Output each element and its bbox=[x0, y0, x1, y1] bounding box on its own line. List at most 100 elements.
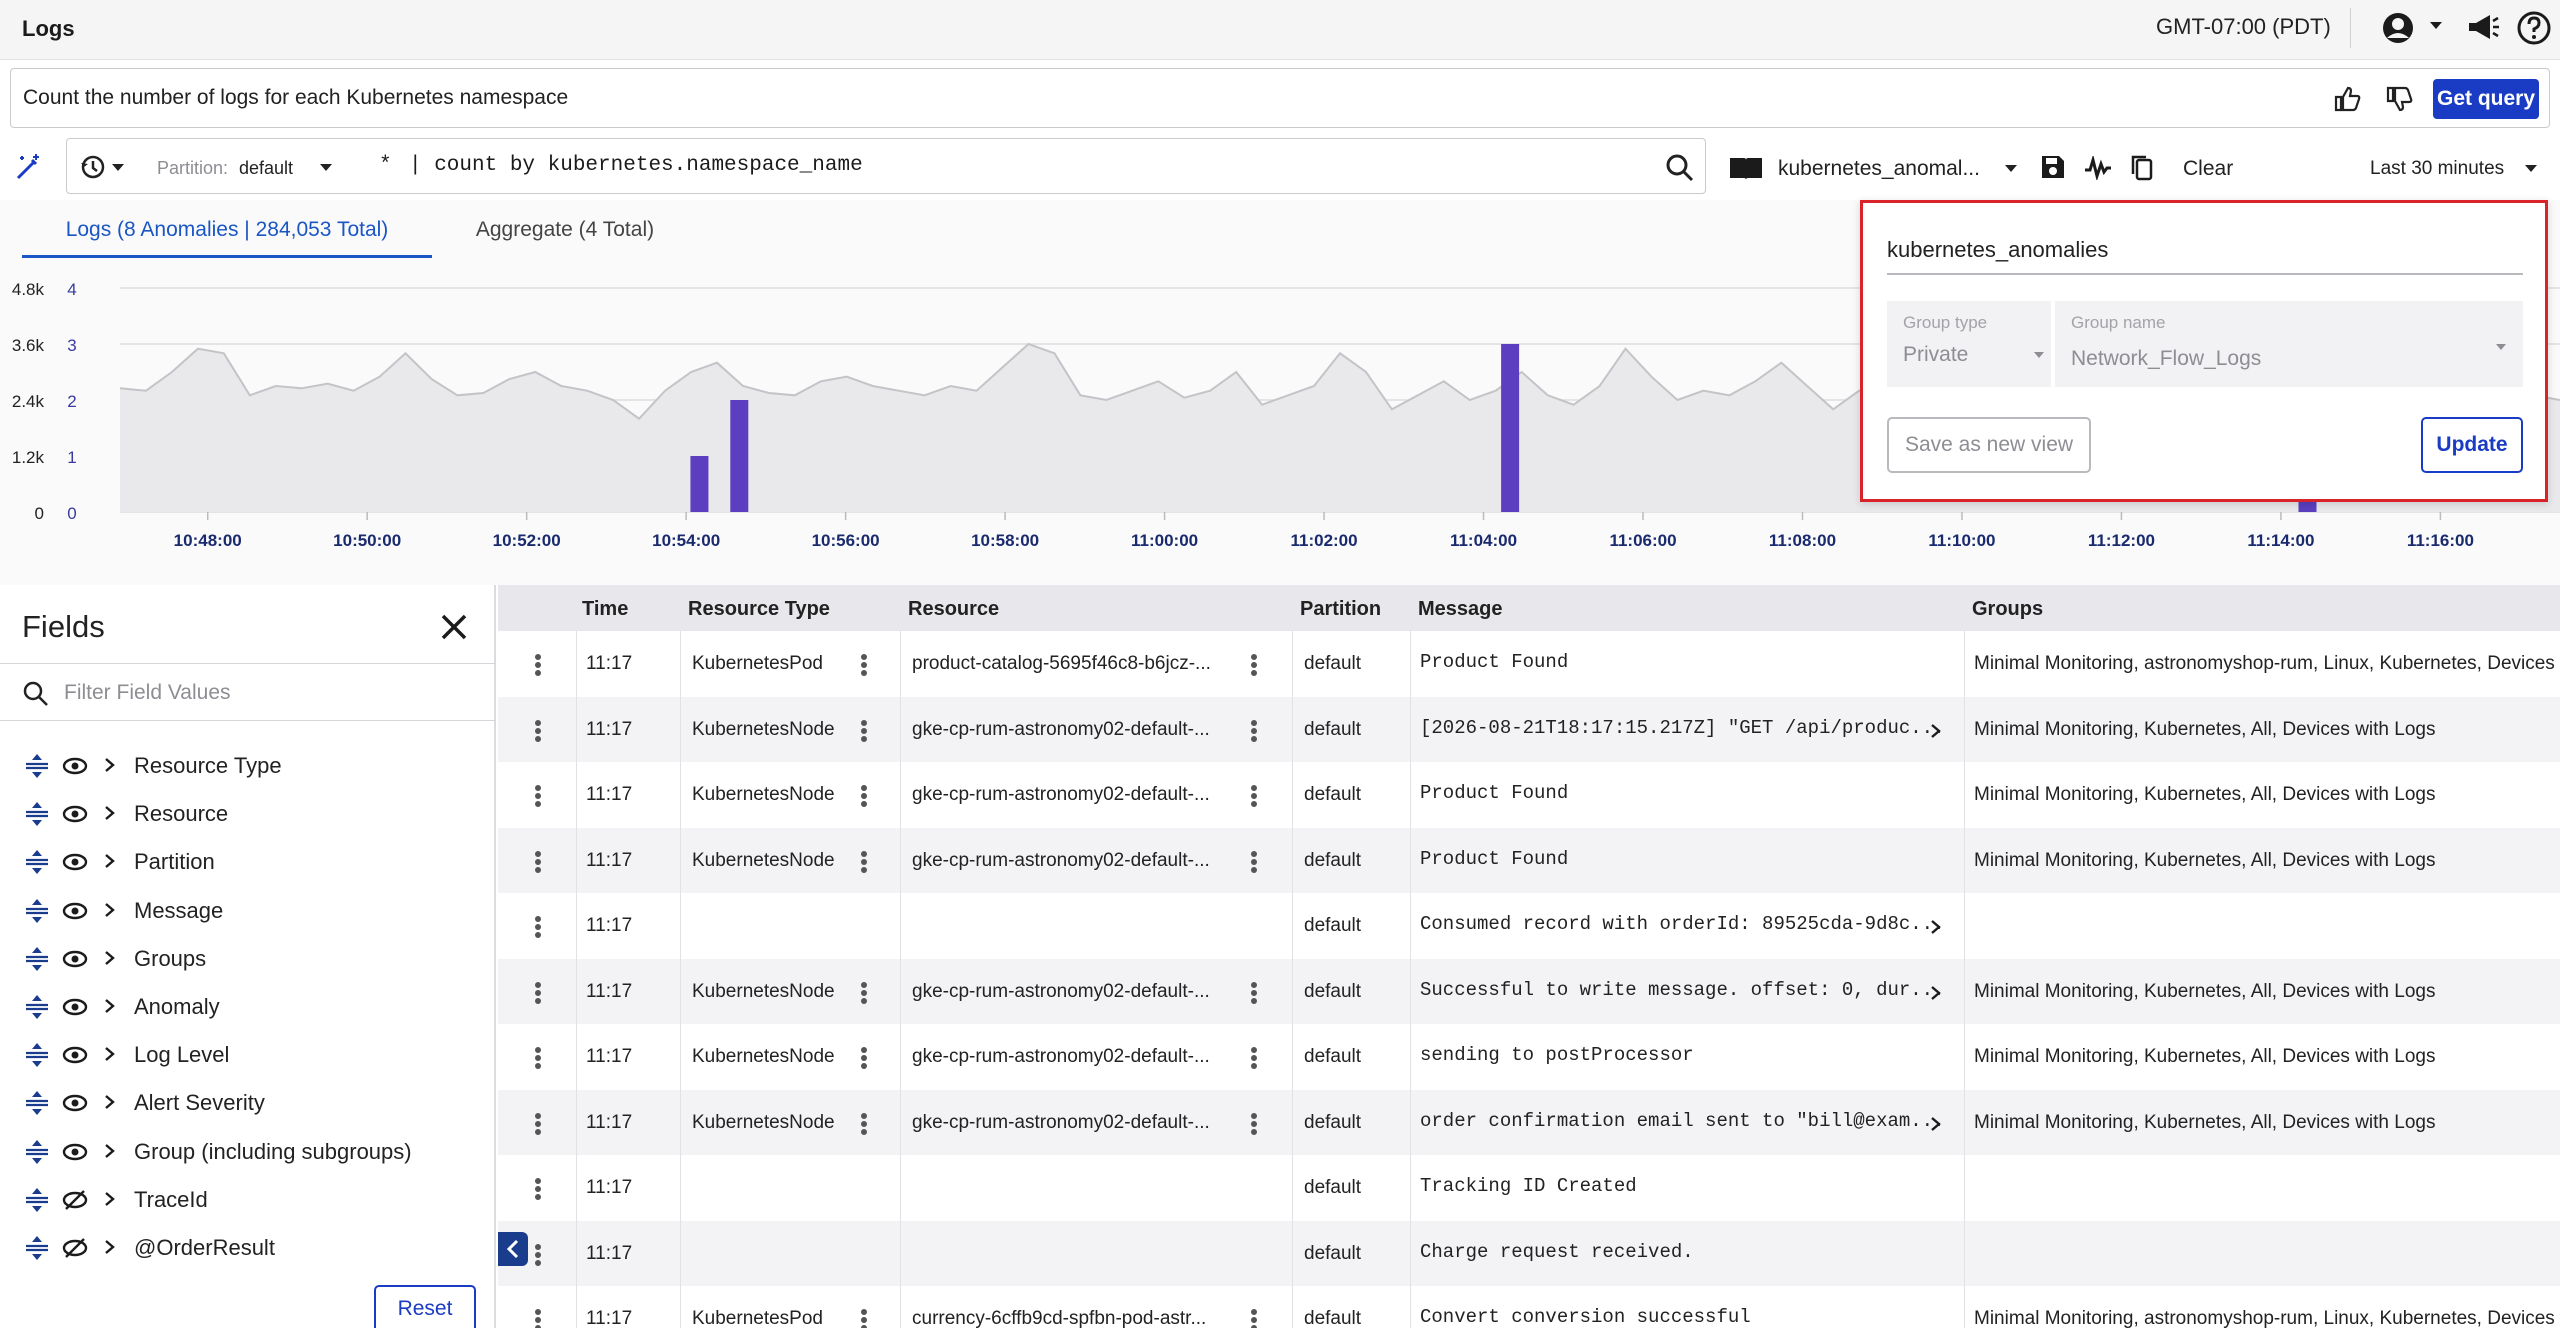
user-icon[interactable] bbox=[2380, 10, 2416, 46]
cell-message[interactable]: Charge request received. bbox=[1420, 1241, 1694, 1263]
chevron-right-icon[interactable] bbox=[104, 1094, 116, 1110]
resource-menu-icon[interactable] bbox=[1250, 653, 1258, 677]
chevron-right-icon[interactable] bbox=[104, 902, 116, 918]
drag-handle-icon[interactable] bbox=[24, 849, 50, 875]
column-header-resource[interactable]: Resource bbox=[908, 598, 999, 621]
drag-handle-icon[interactable] bbox=[24, 898, 50, 924]
field-row[interactable]: @OrderResult bbox=[0, 1223, 496, 1271]
resource-menu-icon[interactable] bbox=[1250, 1046, 1258, 1070]
cell-resource[interactable]: gke-cp-rum-astronomy02-default-... bbox=[912, 784, 1210, 806]
cell-resource[interactable]: gke-cp-rum-astronomy02-default-... bbox=[912, 981, 1210, 1003]
help-icon[interactable] bbox=[2516, 10, 2552, 46]
cell-resource[interactable]: currency-6cffb9cd-spfbn-pod-astr... bbox=[912, 1308, 1206, 1328]
chevron-right-icon[interactable] bbox=[104, 1191, 116, 1207]
expand-message-icon[interactable] bbox=[1930, 1116, 1942, 1132]
drag-handle-icon[interactable] bbox=[24, 946, 50, 972]
chevron-right-icon[interactable] bbox=[104, 950, 116, 966]
view-chevron-icon[interactable] bbox=[2004, 164, 2018, 174]
saved-views-icon[interactable] bbox=[1728, 154, 1764, 182]
expand-message-icon[interactable] bbox=[1930, 919, 1942, 935]
resource-type-menu-icon[interactable] bbox=[860, 850, 868, 874]
query-text[interactable]: | count by kubernetes.namespace_name bbox=[409, 154, 863, 177]
field-row[interactable]: Resource Type bbox=[0, 741, 496, 789]
cell-resource[interactable]: gke-cp-rum-astronomy02-default-... bbox=[912, 850, 1210, 872]
column-header-resource-type[interactable]: Resource Type bbox=[688, 598, 830, 621]
cell-resource[interactable]: product-catalog-5695f46c8-b6jcz-... bbox=[912, 653, 1211, 675]
cell-message[interactable]: Product Found bbox=[1420, 848, 1568, 870]
table-row[interactable]: 11:17 KubernetesPod product-catalog-5695f4… bbox=[498, 631, 2560, 697]
drag-handle-icon[interactable] bbox=[24, 1187, 50, 1213]
cell-message[interactable]: Product Found bbox=[1420, 651, 1568, 673]
resource-menu-icon[interactable] bbox=[1250, 1112, 1258, 1136]
table-row[interactable]: 11:17 KubernetesNode gke-cp-rum-astronomy0… bbox=[498, 696, 2560, 762]
get-query-button[interactable]: Get query bbox=[2433, 79, 2539, 119]
field-row[interactable]: Groups bbox=[0, 934, 496, 982]
table-row[interactable]: 11:17 default Tracking ID Created bbox=[498, 1155, 2560, 1221]
chevron-right-icon[interactable] bbox=[104, 757, 116, 773]
partition-chevron-icon[interactable] bbox=[319, 163, 333, 173]
row-menu-icon[interactable] bbox=[534, 850, 542, 874]
eye-icon[interactable] bbox=[62, 803, 88, 825]
eye-icon[interactable] bbox=[62, 1141, 88, 1163]
timezone-label[interactable]: GMT-07:00 (PDT) bbox=[2156, 14, 2331, 40]
natural-language-query-bar[interactable]: Count the number of logs for each Kubern… bbox=[10, 68, 2550, 128]
cell-message[interactable]: [2026-08-21T18:17:15.217Z] "GET /api/pro… bbox=[1420, 717, 1945, 739]
field-row[interactable]: Alert Severity bbox=[0, 1078, 496, 1126]
table-row[interactable]: 11:17 KubernetesNode gke-cp-rum-astronomy0… bbox=[498, 1024, 2560, 1090]
row-menu-icon[interactable] bbox=[534, 1177, 542, 1201]
eye-off-icon[interactable] bbox=[62, 1189, 88, 1211]
expand-message-icon[interactable] bbox=[1930, 723, 1942, 739]
table-row[interactable]: 11:17 KubernetesNode gke-cp-rum-astronomy0… bbox=[498, 827, 2560, 893]
resource-menu-icon[interactable] bbox=[1250, 719, 1258, 743]
save-icon[interactable] bbox=[2040, 154, 2066, 180]
resource-type-menu-icon[interactable] bbox=[860, 653, 868, 677]
chevron-right-icon[interactable] bbox=[104, 853, 116, 869]
cell-message[interactable]: Product Found bbox=[1420, 782, 1568, 804]
group-name-select[interactable]: Group name Network_Flow_Logs bbox=[2055, 301, 2523, 387]
tab-aggregate[interactable]: Aggregate (4 Total) bbox=[450, 200, 680, 258]
drag-handle-icon[interactable] bbox=[24, 1235, 50, 1261]
resource-menu-icon[interactable] bbox=[1250, 784, 1258, 808]
column-header-groups[interactable]: Groups bbox=[1972, 598, 2043, 621]
resource-type-menu-icon[interactable] bbox=[860, 719, 868, 743]
field-row[interactable]: Group (including subgroups) bbox=[0, 1127, 496, 1175]
eye-icon[interactable] bbox=[62, 900, 88, 922]
drag-handle-icon[interactable] bbox=[24, 1090, 50, 1116]
cell-message[interactable]: sending to postProcessor bbox=[1420, 1044, 1694, 1066]
partition-value[interactable]: default bbox=[239, 158, 293, 179]
row-menu-icon[interactable] bbox=[534, 653, 542, 677]
field-row[interactable]: TraceId bbox=[0, 1175, 496, 1223]
waveform-icon[interactable] bbox=[2084, 156, 2112, 180]
resource-type-menu-icon[interactable] bbox=[860, 1046, 868, 1070]
field-row[interactable]: Anomaly bbox=[0, 982, 496, 1030]
group-type-select[interactable]: Group type Private bbox=[1887, 301, 2051, 387]
clear-button[interactable]: Clear bbox=[2183, 157, 2233, 181]
thumbs-down-icon[interactable] bbox=[2385, 85, 2413, 113]
column-header-message[interactable]: Message bbox=[1418, 598, 1503, 621]
drag-handle-icon[interactable] bbox=[24, 801, 50, 827]
megaphone-icon[interactable] bbox=[2466, 12, 2500, 42]
chevron-down-icon[interactable] bbox=[2428, 20, 2444, 32]
drag-handle-icon[interactable] bbox=[24, 994, 50, 1020]
search-icon[interactable] bbox=[1665, 153, 1695, 183]
row-menu-icon[interactable] bbox=[534, 1112, 542, 1136]
cell-message[interactable]: Consumed record with orderId: 89525cda-9… bbox=[1420, 913, 1945, 935]
cell-resource[interactable]: gke-cp-rum-astronomy02-default-... bbox=[912, 1112, 1210, 1134]
table-row[interactable]: 11:17 default Consumed record with orderId… bbox=[498, 893, 2560, 959]
tab-logs[interactable]: Logs (8 Anomalies | 284,053 Total) bbox=[22, 200, 432, 258]
cell-message[interactable]: Convert conversion successful bbox=[1420, 1306, 1751, 1328]
row-menu-icon[interactable] bbox=[534, 1243, 542, 1267]
chevron-right-icon[interactable] bbox=[104, 1143, 116, 1159]
eye-icon[interactable] bbox=[62, 851, 88, 873]
filter-field-values-input[interactable]: Filter Field Values bbox=[64, 681, 231, 705]
table-row[interactable]: 11:17 KubernetesNode gke-cp-rum-astronomy0… bbox=[498, 762, 2560, 828]
resource-type-menu-icon[interactable] bbox=[860, 1112, 868, 1136]
resource-menu-icon[interactable] bbox=[1250, 1308, 1258, 1328]
drag-handle-icon[interactable] bbox=[24, 1139, 50, 1165]
collapse-panel-button[interactable] bbox=[498, 1232, 528, 1266]
eye-icon[interactable] bbox=[62, 1044, 88, 1066]
field-row[interactable]: Resource bbox=[0, 789, 496, 837]
row-menu-icon[interactable] bbox=[534, 719, 542, 743]
eye-icon[interactable] bbox=[62, 755, 88, 777]
row-menu-icon[interactable] bbox=[534, 981, 542, 1005]
